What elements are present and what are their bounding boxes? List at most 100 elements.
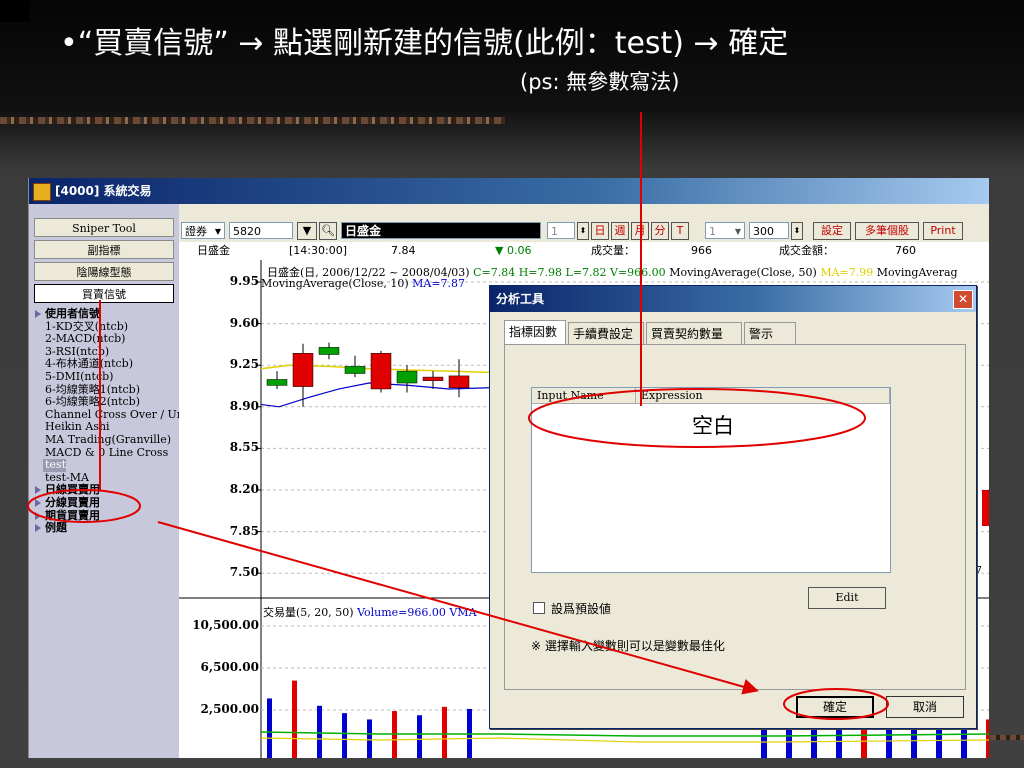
volume-label: 成交量： (591, 244, 635, 257)
quote-time: [14:30:00] (289, 244, 347, 257)
spin-updown-icon-2[interactable]: ⬍ (791, 222, 803, 240)
quote-change: ▼ 0.06 (495, 244, 532, 257)
tab-fee-settings[interactable]: 手續費設定 (568, 322, 644, 344)
close-icon[interactable]: ✕ (953, 290, 973, 309)
price-tick-label: 8.55 (229, 440, 259, 455)
tab-indicator-factors[interactable]: 指標因數 (504, 320, 566, 345)
candle-body-right (982, 490, 989, 526)
volume-legend: 交易量(5, 20, 50) Volume=966.00 VMA (263, 606, 477, 619)
print-button[interactable]: Print (923, 222, 963, 240)
search-icon[interactable]: 🔍︎ (319, 222, 337, 240)
col-expression[interactable]: Expression (636, 388, 890, 404)
volume-bar (342, 713, 347, 758)
period-day-button[interactable]: 日 (591, 222, 609, 240)
checkbox-label: 設爲預設値 (551, 602, 612, 616)
amount-value: 760 (895, 244, 916, 257)
candle-body (318, 347, 340, 355)
quote-info-row: 日盛金 [14:30:00] 7.84 ▼ 0.06 成交量： 966 成交金額… (179, 242, 989, 260)
settings-button[interactable]: 設定 (813, 222, 851, 240)
corner-decoration (0, 0, 30, 22)
app-icon (33, 183, 51, 201)
period-minute-button[interactable]: 分 (651, 222, 669, 240)
sub-indicator-button[interactable]: 副指標 (34, 240, 174, 259)
price-tick-label: 8.20 (229, 482, 259, 496)
candle-body (448, 375, 470, 389)
window-titlebar[interactable]: [4000] 系統交易 (29, 178, 989, 204)
price-tick-label: 9.60 (229, 315, 259, 330)
spin-input[interactable]: 1 (547, 222, 575, 239)
volume-bar (292, 680, 297, 758)
price-tick-label: 7.50 (229, 565, 259, 580)
amount-label: 成交金額： (779, 244, 834, 257)
price-tick-label: 8.90 (229, 398, 259, 413)
tree-item[interactable]: test (33, 459, 181, 472)
dialog-titlebar[interactable]: 分析工具 ✕ (490, 286, 976, 312)
cancel-button[interactable]: 取消 (886, 696, 964, 718)
price-tick-label: 9.95 (229, 274, 259, 288)
edit-button[interactable]: Edit (808, 587, 886, 609)
market-select[interactable]: 證券 ▼ (181, 222, 225, 239)
multi-stock-button[interactable]: 多筆個股 (855, 222, 919, 240)
volume-bar (317, 705, 322, 758)
decorative-stripe (0, 117, 505, 124)
ok-button[interactable]: 確定 (796, 696, 874, 718)
tree-item[interactable]: 6-均線策略2(ntcb) (33, 396, 181, 409)
price-tick-label: 9.25 (229, 357, 259, 372)
tree-item[interactable]: 5-DMI(ntcb) (33, 370, 181, 384)
candle-pattern-button[interactable]: 陰陽線型態 (34, 262, 174, 281)
slide-title: •“買賣信號” → 點選剛新建的信號(此例：test) → 確定 (60, 26, 789, 61)
tree-item[interactable]: 2-MACD(ntcb) (33, 333, 181, 346)
spin-updown-icon[interactable]: ⬍ (577, 222, 589, 240)
tab-alert[interactable]: 警示 (744, 322, 796, 344)
checkbox-box[interactable] (533, 602, 545, 614)
chart-toolbar: 證券 ▼ 5820 ▼ 🔍︎ 日盛金 1 ⬍ 日 週 月 分 T 1 ▼ 300 ⬍… (179, 220, 989, 242)
chevron-down-icon: ▼ (734, 227, 741, 236)
volume-tick-label: 2,500.00 (200, 702, 259, 716)
period-week-button[interactable]: 週 (611, 222, 629, 240)
volume-bar (417, 715, 422, 758)
tab-contract-quantity[interactable]: 買賣契約數量 (646, 322, 742, 344)
candle-body (370, 353, 392, 390)
signal-tree: 使用者信號 1-KD交叉(ntcb) 2-MACD(ntcb) 3-RSI(ntcb)… (33, 307, 182, 535)
trade-signal-button[interactable]: 買賣信號 (34, 284, 174, 303)
chevron-down-icon: ▼ (214, 227, 221, 236)
candle-body (396, 370, 418, 384)
default-checkbox[interactable]: 設爲預設値 (533, 600, 611, 617)
analysis-tool-dialog: 分析工具 ✕ 指標因數 手續費設定 買賣契約數量 警示 Input Name E… (489, 285, 977, 729)
volume-tick-label: 6,500.00 (200, 660, 259, 674)
volume-value: 966 (691, 244, 712, 257)
decorative-stripe-bottom (990, 735, 1024, 740)
bar-count-input[interactable]: 300 (749, 222, 789, 239)
volume-bar (442, 706, 447, 758)
candle-body (422, 376, 444, 381)
tree-item-selected[interactable]: test (43, 459, 66, 472)
tree-folder[interactable]: 使用者信號 (33, 307, 181, 321)
col-input-name[interactable]: Input Name (532, 388, 636, 404)
candle-body (266, 379, 288, 386)
tree-folder[interactable]: 例題 (33, 521, 181, 535)
window-title: [4000] 系統交易 (55, 184, 152, 198)
candle-body (292, 353, 314, 387)
tick-button[interactable]: T (671, 222, 689, 240)
left-panel: Sniper Tool 副指標 陰陽線型態 買賣信號 使用者信號 1-KD交叉(n… (29, 204, 182, 758)
optimization-note: ※ 選擇輸入變數則可以是變數最佳化 (531, 639, 725, 653)
blank-annotation: 空白 (692, 414, 734, 438)
stock-code-input[interactable]: 5820 (229, 222, 293, 239)
tab-panel: Input Name Expression 空白 設爲預設値 Edit ※ 選擇… (504, 344, 966, 690)
input-list[interactable]: Input Name Expression 空白 (531, 387, 891, 573)
interval-combo[interactable]: 1 ▼ (705, 222, 745, 239)
sniper-tool-button[interactable]: Sniper Tool (34, 218, 174, 237)
tree-folder[interactable]: 分線買賣用 (33, 496, 181, 510)
period-month-button[interactable]: 月 (631, 222, 649, 240)
slide-subtitle: (ps: 無參數寫法) (520, 70, 680, 94)
volume-bar (986, 719, 989, 758)
quote-price: 7.84 (391, 244, 416, 257)
price-tick-label: 7.85 (229, 523, 259, 538)
ma10-legend: MovingAverage(Close, 10) MA=7.87 (261, 277, 466, 290)
dialog-title: 分析工具 (496, 292, 545, 306)
tree-item[interactable]: MA Trading(Granville) (33, 433, 181, 447)
quote-name: 日盛金 (197, 244, 230, 257)
stock-name-display: 日盛金 (341, 222, 541, 239)
dropdown-triangle-button[interactable]: ▼ (297, 222, 317, 240)
candle-body (344, 366, 366, 374)
